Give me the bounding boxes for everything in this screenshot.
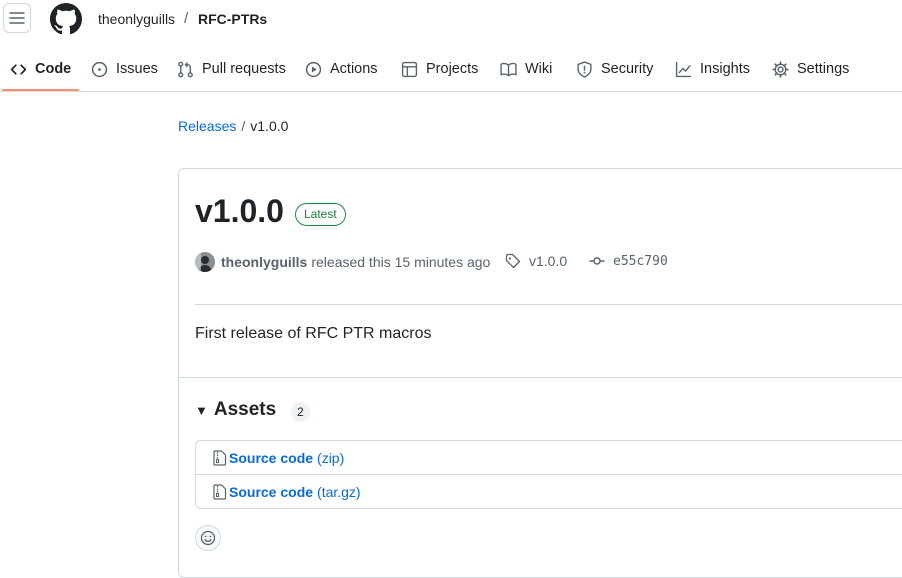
meta-divider [195, 304, 902, 305]
commit-sha: e55c790 [613, 253, 668, 269]
tab-settings[interactable]: Settings [772, 48, 849, 90]
tab-label: Wiki [525, 61, 553, 77]
shield-icon [577, 60, 592, 78]
book-icon [500, 62, 517, 76]
releases-link[interactable]: Releases [178, 118, 236, 134]
repo-header: theonlyguills / RFC-PTRs Code Issues Pul… [0, 0, 902, 92]
release-meta: theonlyguills released this 15 minutes a… [195, 251, 490, 273]
tag-icon [505, 253, 521, 269]
list-item[interactable]: Source code (tar.gz) [196, 474, 902, 508]
asset-list: Source code (zip) Source code (tar.gz) [195, 440, 902, 509]
released-time: released this 15 minutes ago [311, 254, 491, 270]
tab-issues[interactable]: Issues [91, 48, 158, 90]
avatar[interactable] [195, 252, 215, 272]
file-zip-icon [213, 449, 227, 466]
tab-security[interactable]: Security [576, 48, 653, 90]
commit-link[interactable]: e55c790 [589, 253, 668, 269]
author-link[interactable]: theonlyguills [221, 254, 307, 270]
code-icon [10, 63, 27, 75]
tab-label: Security [601, 61, 654, 77]
file-zip-icon [213, 483, 227, 500]
release-title[interactable]: v1.0.0 [195, 193, 284, 230]
assets-heading: Assets [213, 399, 277, 420]
list-item[interactable]: Source code (zip) [196, 441, 902, 474]
assets-toggle[interactable]: ▼ Assets [195, 399, 276, 421]
tab-label: Settings [797, 61, 850, 77]
tab-pull-requests[interactable]: Pull requests [177, 48, 286, 90]
smiley-icon [200, 530, 216, 546]
git-commit-icon [589, 257, 605, 265]
tab-insights[interactable]: Insights [675, 48, 750, 90]
repo-nav-tabs: Code Issues Pull requests Actions Projec… [0, 48, 902, 91]
graph-icon [675, 61, 692, 77]
asset-name-link[interactable]: Source code [229, 484, 313, 500]
breadcrumb-separator: / [241, 118, 246, 134]
repo-owner-link[interactable]: theonlyguills [98, 11, 175, 27]
tab-label: Projects [426, 61, 479, 77]
repo-name-link[interactable]: RFC-PTRs [198, 11, 267, 27]
table-icon [401, 61, 418, 77]
tab-wiki[interactable]: Wiki [500, 48, 552, 90]
hamburger-icon [9, 12, 25, 24]
github-logo-icon[interactable] [50, 3, 82, 35]
git-pull-request-icon [178, 61, 193, 77]
tab-label: Code [35, 61, 72, 77]
gear-icon [772, 60, 789, 78]
tag-link[interactable]: v1.0.0 [505, 253, 567, 269]
breadcrumb: Releases / v1.0.0 [178, 118, 288, 134]
release-notes: First release of RFC PTR macros [195, 325, 432, 342]
tab-label: Insights [700, 61, 750, 77]
tab-label: Pull requests [202, 61, 286, 77]
assets-count: 2 [291, 402, 310, 422]
tag-label: v1.0.0 [529, 253, 568, 269]
tab-actions[interactable]: Actions [305, 48, 378, 90]
latest-badge: Latest [295, 203, 346, 226]
menu-button[interactable] [3, 3, 31, 33]
asset-ext[interactable]: (tar.gz) [317, 484, 361, 500]
asset-name-link[interactable]: Source code [229, 450, 313, 466]
assets-divider [179, 377, 902, 378]
tab-label: Issues [116, 61, 158, 77]
breadcrumb-current: v1.0.0 [250, 118, 289, 134]
release-card: v1.0.0 Latest theonlyguills released thi… [178, 168, 902, 578]
issue-opened-icon [91, 61, 108, 77]
play-icon [305, 61, 322, 77]
add-reaction-button[interactable] [195, 525, 221, 551]
tab-code[interactable]: Code [1, 48, 80, 91]
triangle-down-icon: ▼ [195, 402, 208, 418]
asset-ext[interactable]: (zip) [317, 450, 344, 466]
repo-path-separator: / [184, 10, 189, 27]
tab-label: Actions [330, 61, 378, 77]
tab-projects[interactable]: Projects [401, 48, 478, 90]
